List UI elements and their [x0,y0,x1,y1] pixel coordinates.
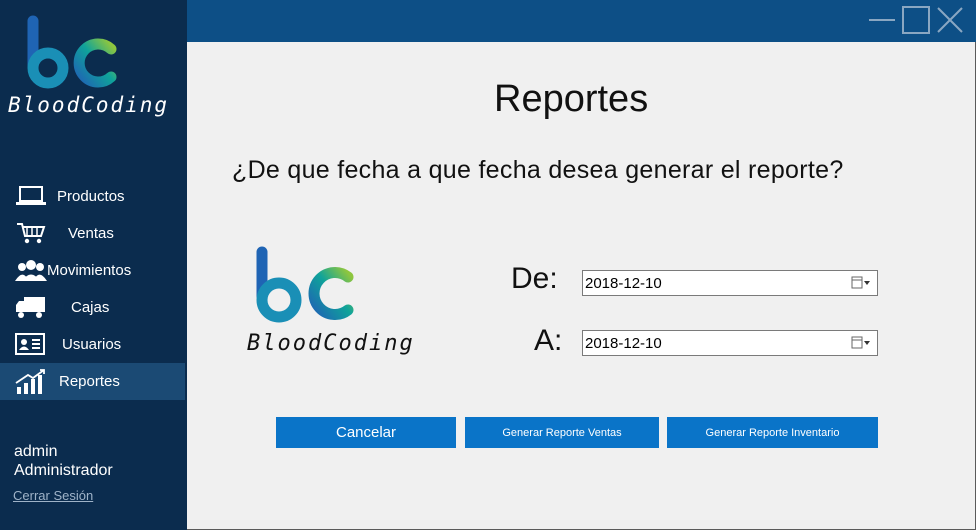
sidebar-item-label: Cajas [71,299,110,316]
generate-sales-report-button[interactable]: Generar Reporte Ventas [465,417,659,448]
sidebar-item-label: Movimientos [47,262,132,279]
sidebar-item-ventas[interactable]: Ventas [0,215,185,252]
brand-logo: BloodCoding [8,14,180,124]
report-question: ¿De que fecha a que fecha desea generar … [232,156,844,184]
from-date-value: 2018-12-10 [585,275,662,292]
to-date-picker[interactable]: 2018-12-10 [582,330,878,356]
user-role: Administrador [14,462,113,479]
logout-link[interactable]: Cerrar Sesión [13,488,93,503]
sidebar-item-label: Ventas [68,225,114,242]
bar-chart-icon [14,369,48,394]
id-card-icon [14,332,48,357]
minimize-icon[interactable] [867,5,897,35]
to-label: A: [534,324,563,357]
title-bar [187,0,976,42]
user-name: admin [14,443,58,460]
sidebar-item-label: Productos [57,188,125,205]
sidebar-item-label: Reportes [59,373,120,390]
svg-text:BloodCoding: BloodCoding [247,331,415,356]
truck-icon [14,295,48,320]
main-logo: BloodCoding [245,244,445,364]
sidebar-item-usuarios[interactable]: Usuarios [0,326,185,363]
sidebar-item-cajas[interactable]: Cajas [0,289,185,326]
users-icon [14,258,48,283]
generate-inventory-report-button[interactable]: Generar Reporte Inventario [667,417,878,448]
main-panel: Reportes ¿De que fecha a que fecha desea… [187,42,976,530]
cancel-button[interactable]: Cancelar [276,417,456,448]
user-info: admin Administrador [14,442,113,480]
laptop-icon [14,184,48,209]
sidebar-item-reportes[interactable]: Reportes [0,363,185,400]
sidebar-item-label: Usuarios [62,336,122,353]
sidebar-item-movimientos[interactable]: Movimientos [0,252,185,289]
from-label: De: [511,262,558,295]
page-title: Reportes [494,78,649,120]
maximize-icon[interactable] [901,5,931,35]
shopping-cart-icon [14,221,48,246]
sidebar: BloodCoding Productos Ventas Movimientos [0,0,187,530]
calendar-dropdown-icon[interactable] [851,336,871,350]
sidebar-item-productos[interactable]: Productos [0,178,185,215]
svg-text:BloodCoding: BloodCoding [8,93,169,117]
sidebar-nav: Productos Ventas Movimientos Cajas Usuar… [0,178,187,400]
to-date-value: 2018-12-10 [585,335,662,352]
from-date-picker[interactable]: 2018-12-10 [582,270,878,296]
calendar-dropdown-icon[interactable] [851,276,871,290]
close-icon[interactable] [935,5,965,35]
